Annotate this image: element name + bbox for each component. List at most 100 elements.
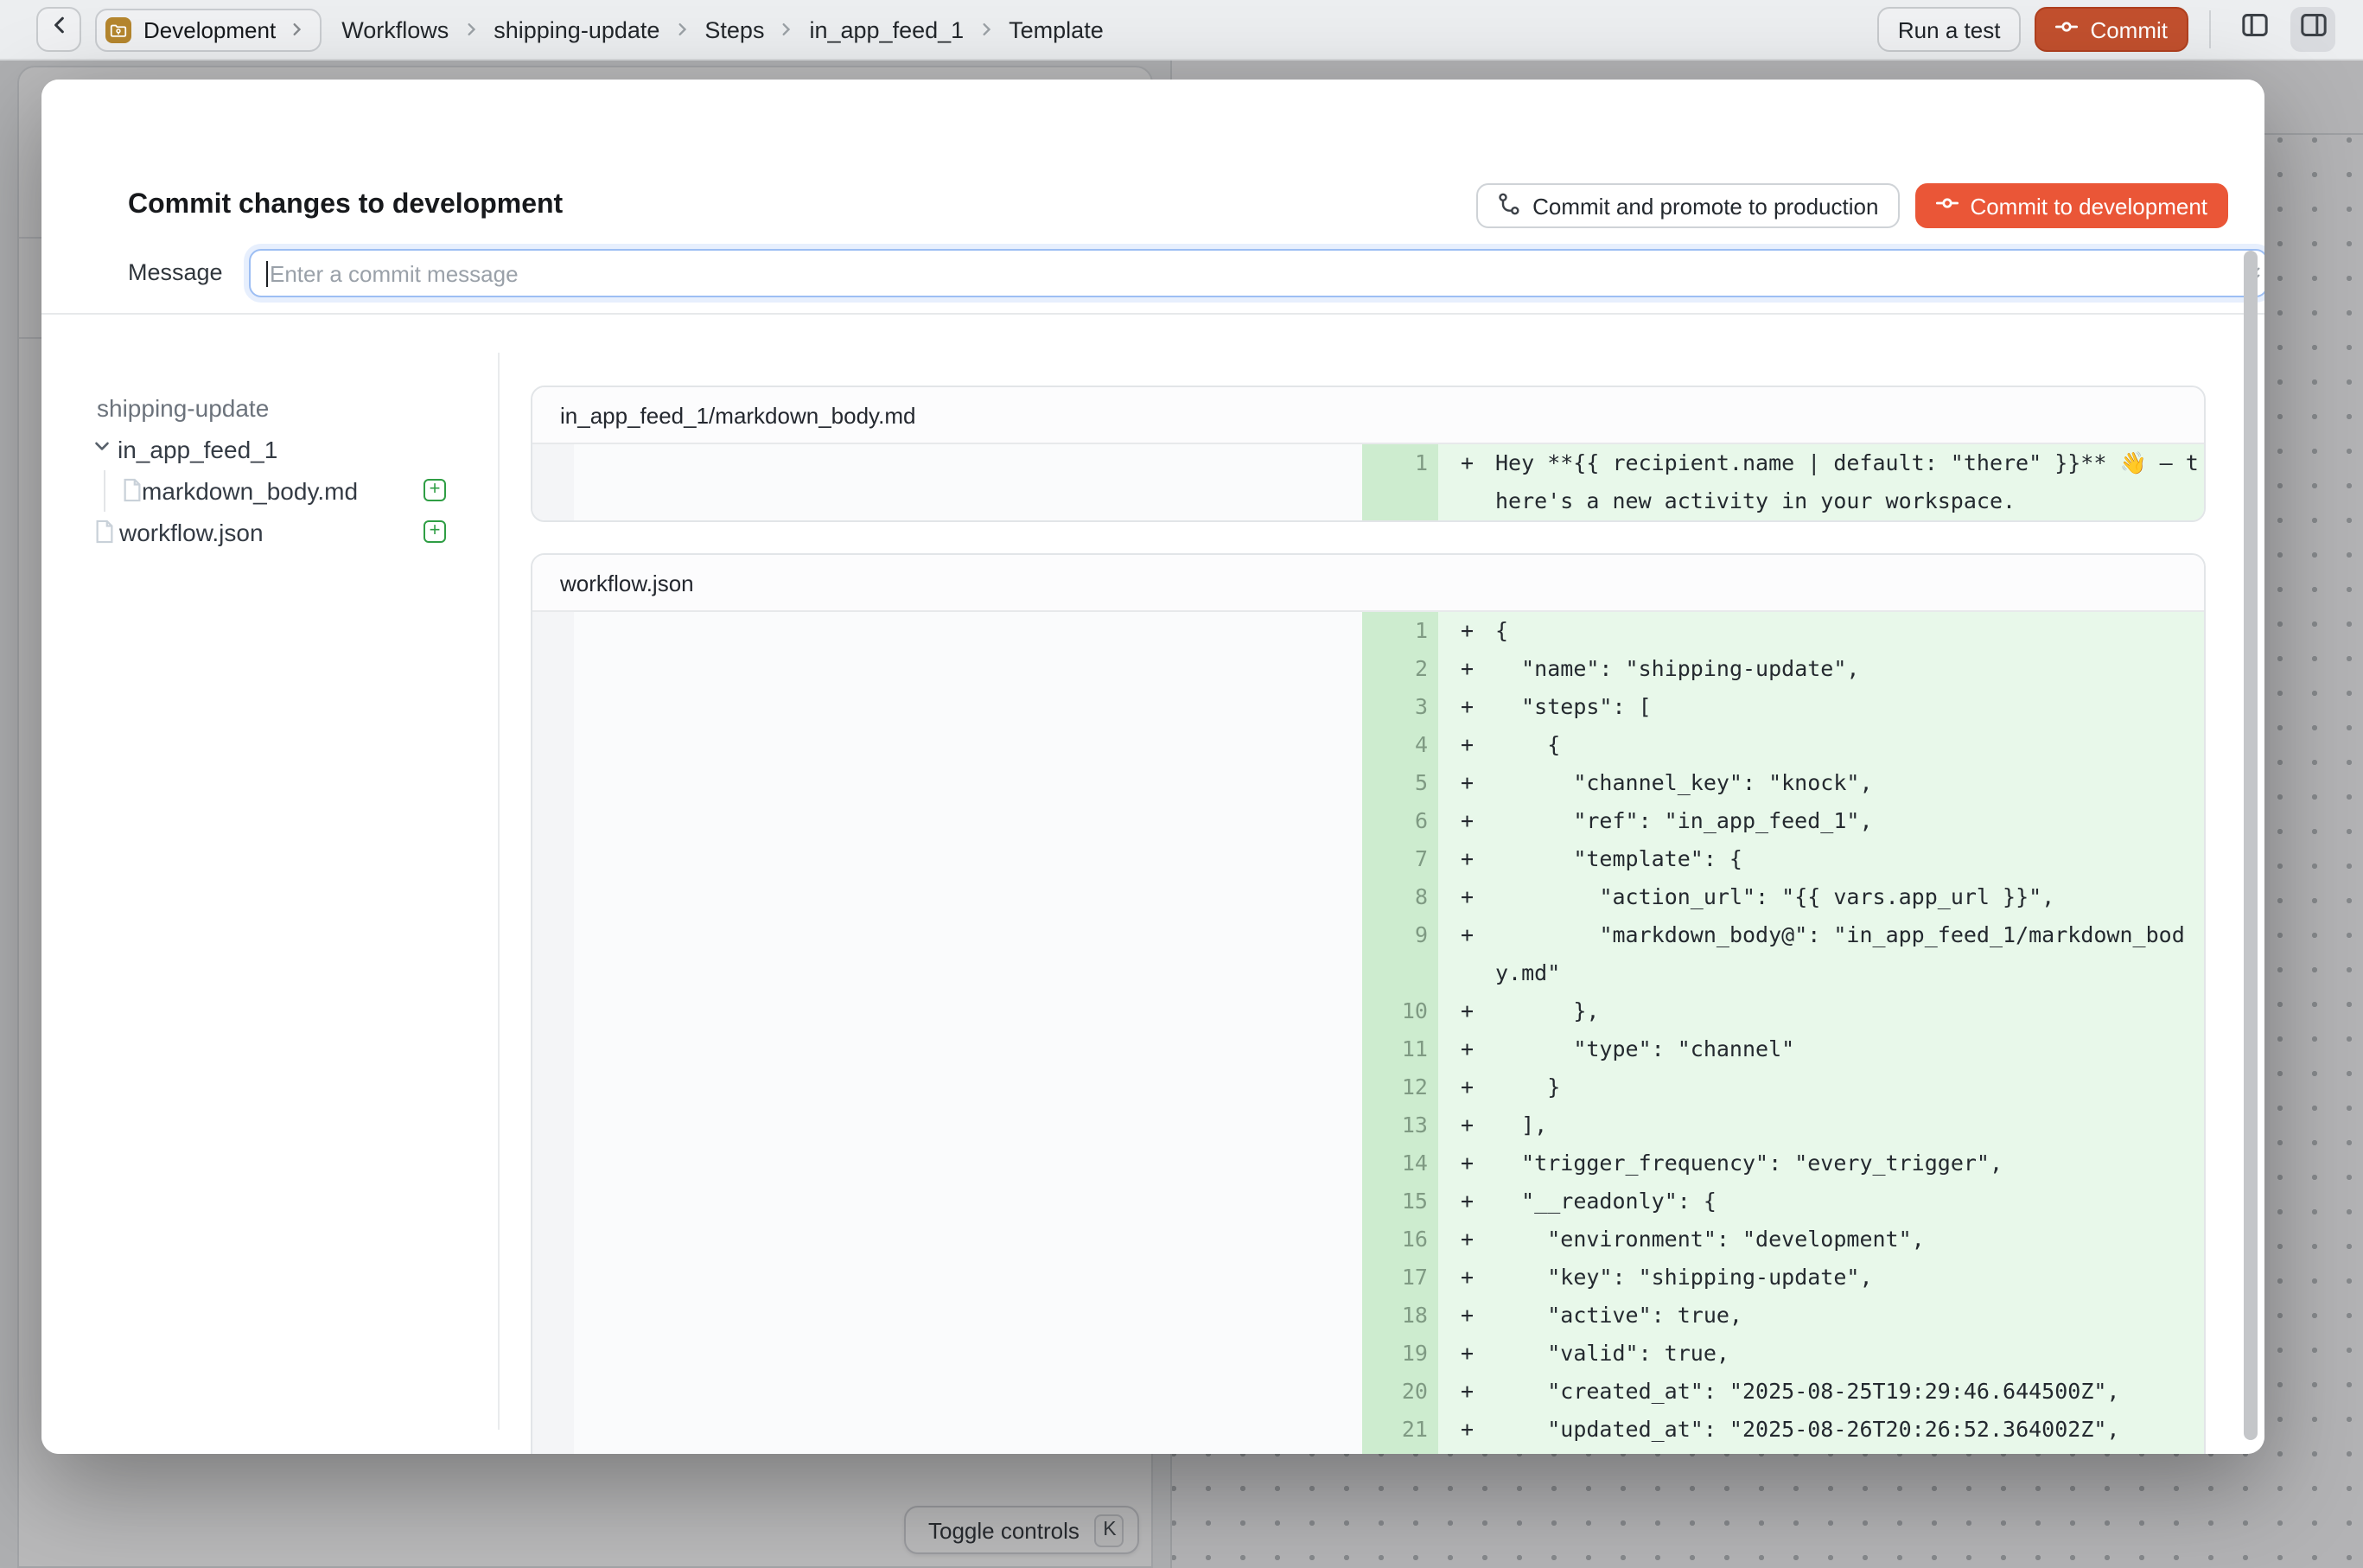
file-name: markdown_body.md [142,477,358,505]
code-text: "name": "shipping-update", [1495,650,2204,688]
toggle-left-panel-button[interactable] [2232,7,2277,52]
commit-message-input[interactable]: Enter a commit message [249,249,2264,297]
added-line-marker: + [1461,444,1485,482]
promote-icon [1496,191,1520,220]
old-line-content [574,992,1362,1030]
chevron-down-icon[interactable] [92,436,112,456]
diff-line: 14+ "trigger_frequency": "every_trigger"… [532,1144,2204,1182]
old-line-gutter [532,1106,574,1144]
diff-card: workflow.json1+{2+ "name": "shipping-upd… [531,553,2206,1454]
changed-files-tree: shipping-update in_app_feed_1 markdown_b… [41,315,498,1454]
added-line-marker: + [1461,688,1485,726]
tree-item-workflow-file[interactable]: workflow.json [41,512,498,553]
old-line-gutter [532,1373,574,1411]
new-line-number: 13 [1362,1106,1438,1144]
old-line-content [574,1259,1362,1297]
added-line-marker: + [1461,1030,1485,1068]
added-line-marker: + [1461,1259,1485,1297]
new-line-number: 7 [1362,840,1438,878]
new-line-content: + "trigger_frequency": "every_trigger", [1438,1144,2204,1182]
breadcrumb-item[interactable]: Steps [704,16,764,42]
breadcrumb-item[interactable]: Template [1009,16,1104,42]
diff-line: 1+{ [532,612,2204,650]
added-line-marker: + [1461,650,1485,688]
added-line-marker: + [1461,878,1485,916]
file-icon [121,477,143,503]
old-line-gutter [532,878,574,916]
tree-item-step[interactable]: in_app_feed_1 [41,429,498,470]
old-line-gutter [532,444,574,520]
code-text: "steps": [ [1495,688,2204,726]
file-icon [93,519,116,545]
commit-dialog-header: Commit changes to development Commit and… [41,80,2264,315]
added-line-marker: + [1461,764,1485,802]
chevron-right-icon [978,21,995,38]
environment-name: Development [143,16,276,42]
back-button[interactable] [36,7,81,52]
breadcrumb-item[interactable]: shipping-update [494,16,659,42]
old-line-content [574,612,1362,650]
added-file-icon [424,520,446,543]
new-line-number: 1 [1362,612,1438,650]
old-line-gutter [532,1030,574,1068]
commit-label: Commit [2090,16,2168,42]
old-line-gutter [532,992,574,1030]
code-text: { [1495,726,2204,764]
new-line-number: 10 [1362,992,1438,1030]
new-line-content: + "valid": true, [1438,1335,2204,1373]
code-text: "valid": true, [1495,1335,2204,1373]
environment-folder-icon [105,16,131,42]
breadcrumb-item[interactable]: Workflows [341,16,449,42]
breadcrumb-item[interactable]: in_app_feed_1 [809,16,964,42]
chevron-right-icon [288,21,305,38]
diff-line: 6+ "ref": "in_app_feed_1", [532,802,2204,840]
old-line-gutter [532,1144,574,1182]
toggle-right-panel-button[interactable] [2290,7,2335,52]
code-text: "ref": "in_app_feed_1", [1495,802,2204,840]
commit-button[interactable]: Commit [2035,7,2188,52]
old-line-gutter [532,1182,574,1221]
diff-line: 18+ "active": true, [532,1297,2204,1335]
commit-to-development-label: Commit to development [1970,193,2207,219]
chevron-right-icon [673,21,691,38]
new-line-number: 21 [1362,1411,1438,1449]
dialog-title: Commit changes to development [128,190,563,221]
modal-scrollbar[interactable] [2244,251,2258,1440]
environment-switcher[interactable]: Development [95,8,321,51]
diff-line: 13+ ], [532,1106,2204,1144]
old-line-content [574,688,1362,726]
chevron-right-icon [778,21,795,38]
old-line-content [574,1373,1362,1411]
new-line-content: +Hey **{{ recipient.name | default: "the… [1438,444,2204,520]
code-text: "channel_key": "knock", [1495,764,2204,802]
run-a-test-button[interactable]: Run a test [1877,7,2022,52]
diff-line: 16+ "environment": "development", [532,1221,2204,1259]
new-line-content: + "ref": "in_app_feed_1", [1438,802,2204,840]
old-line-content [574,726,1362,764]
diff-line: 10+ }, [532,992,2204,1030]
new-line-content: + "type": "channel" [1438,1030,2204,1068]
diff-line: 12+ } [532,1068,2204,1106]
toolbar-divider [2209,10,2211,48]
old-line-content [574,840,1362,878]
new-line-content: +{ [1438,612,2204,650]
chevron-left-icon [48,14,70,45]
new-line-content: + "channel_key": "knock", [1438,764,2204,802]
diff-line: 22+ "sha": "pJeLVir6xIlUCMGqs9qroZoUAVDS… [532,1449,2204,1454]
code-text: } [1495,1068,2204,1106]
added-line-marker: + [1461,1411,1485,1449]
old-line-gutter [532,1335,574,1373]
old-line-content [574,1182,1362,1221]
added-line-marker: + [1461,1297,1485,1335]
old-line-gutter [532,916,574,992]
diff-line: 4+ { [532,726,2204,764]
new-line-content: + "action_url": "{{ vars.app_url }}", [1438,878,2204,916]
message-label: Message [128,259,223,285]
breadcrumb: Workflows shipping-update Steps in_app_feed… [341,16,1104,42]
new-line-number: 16 [1362,1221,1438,1259]
new-line-content: + "sha": "pJeLVir6xIlUCMGqs9qroZoUAVDSwA… [1438,1449,2204,1454]
tree-item-markdown-file[interactable]: markdown_body.md [41,470,498,512]
added-line-marker: + [1461,1373,1485,1411]
commit-to-development-button[interactable]: Commit to development [1914,183,2228,228]
commit-and-promote-button[interactable]: Commit and promote to production [1475,183,1899,228]
